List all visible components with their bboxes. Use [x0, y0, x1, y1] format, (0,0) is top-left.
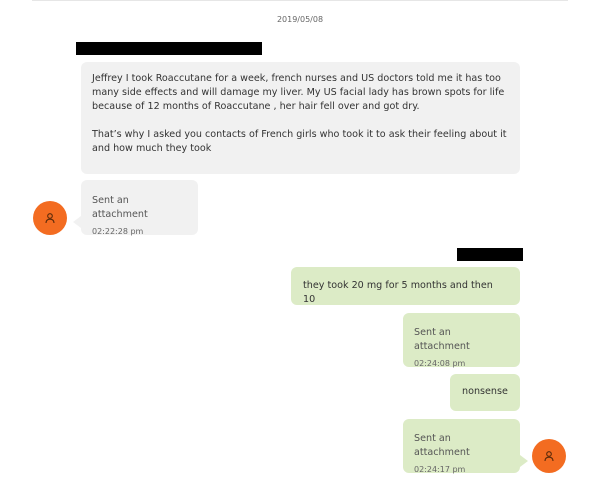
- attachment-label: Sent an attachment: [414, 327, 470, 352]
- bubble-tail: [73, 216, 81, 228]
- incoming-message: Jeffrey I took Roaccutane for a week, fr…: [81, 62, 520, 174]
- attachment-label: Sent an attachment: [414, 433, 470, 458]
- conversation-date: 2019/05/08: [276, 15, 324, 24]
- redacted-sender-name: [76, 42, 262, 55]
- message-timestamp: 02:24:08 pm: [414, 359, 466, 368]
- contact-avatar[interactable]: [33, 201, 67, 235]
- outgoing-attachment-message[interactable]: Sent an attachment 02:24:08 pm: [403, 313, 520, 368]
- message-timestamp: 02:24:17 pm: [414, 465, 466, 474]
- outgoing-attachment-message[interactable]: Sent an attachment 02:24:17 pm: [403, 419, 520, 474]
- user-avatar[interactable]: [532, 439, 566, 473]
- message-text: they took 20 mg for 5 months and then 10: [303, 280, 493, 305]
- redacted-sender-name: [457, 248, 523, 261]
- top-divider: [32, 0, 568, 1]
- attachment-label: Sent an attachment: [92, 195, 148, 220]
- message-timestamp: 02:22:28 pm: [92, 227, 144, 236]
- person-icon: [45, 213, 55, 224]
- outgoing-message: nonsense: [450, 374, 520, 411]
- person-icon: [544, 451, 554, 462]
- message-paragraph: That’s why I asked you contacts of Frenc…: [92, 129, 507, 154]
- bubble-tail: [520, 455, 528, 467]
- message-paragraph: Jeffrey I took Roaccutane for a week, fr…: [92, 73, 505, 112]
- incoming-attachment-message[interactable]: Sent an attachment 02:22:28 pm: [81, 180, 198, 236]
- message-text: nonsense: [462, 386, 508, 397]
- outgoing-message: they took 20 mg for 5 months and then 10: [291, 267, 520, 305]
